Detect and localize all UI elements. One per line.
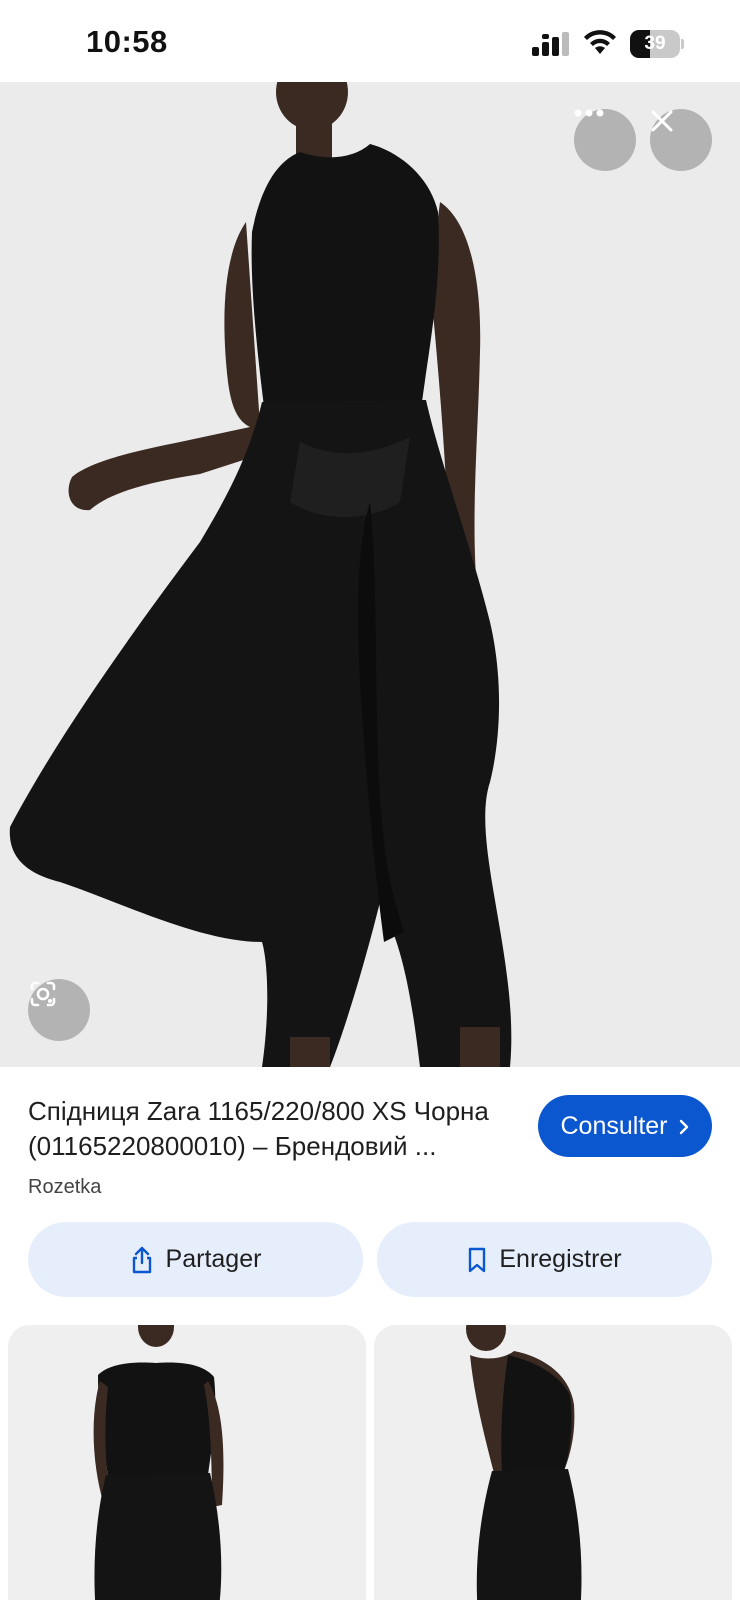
cellular-signal-icon bbox=[532, 32, 569, 56]
bookmark-icon bbox=[469, 1247, 486, 1272]
main-product-image[interactable] bbox=[0, 82, 740, 1067]
save-button[interactable]: Enregistrer bbox=[377, 1222, 712, 1297]
result-source[interactable]: Rozetka bbox=[28, 1176, 101, 1199]
status-bar: 10:58 39 bbox=[0, 0, 740, 82]
share-icon bbox=[132, 1246, 151, 1273]
related-image-1[interactable] bbox=[8, 1325, 366, 1600]
close-button[interactable] bbox=[650, 109, 712, 171]
share-button-label: Partager bbox=[165, 1245, 262, 1273]
chevron-right-icon bbox=[679, 1119, 688, 1134]
close-icon bbox=[651, 110, 673, 132]
more-horizontal-icon bbox=[574, 109, 604, 117]
model-photo bbox=[0, 82, 740, 1067]
status-time: 10:58 bbox=[86, 24, 168, 59]
battery-percentage: 39 bbox=[644, 33, 666, 54]
visit-button-label: Consulter bbox=[560, 1111, 668, 1140]
share-button[interactable]: Partager bbox=[28, 1222, 363, 1297]
battery-icon: 39 bbox=[630, 30, 684, 58]
model-photo-back bbox=[374, 1325, 732, 1600]
more-options-button[interactable] bbox=[574, 109, 636, 171]
save-button-label: Enregistrer bbox=[499, 1245, 622, 1273]
model-photo-front bbox=[8, 1325, 366, 1600]
lens-search-icon bbox=[30, 981, 56, 1007]
visit-button[interactable]: Consulter bbox=[538, 1095, 712, 1157]
wifi-icon bbox=[584, 30, 616, 54]
related-image-2[interactable] bbox=[374, 1325, 732, 1600]
result-title: Спідниця Zara 1165/220/800 XS Чорна (011… bbox=[28, 1096, 489, 1161]
lens-search-button[interactable] bbox=[28, 979, 90, 1041]
